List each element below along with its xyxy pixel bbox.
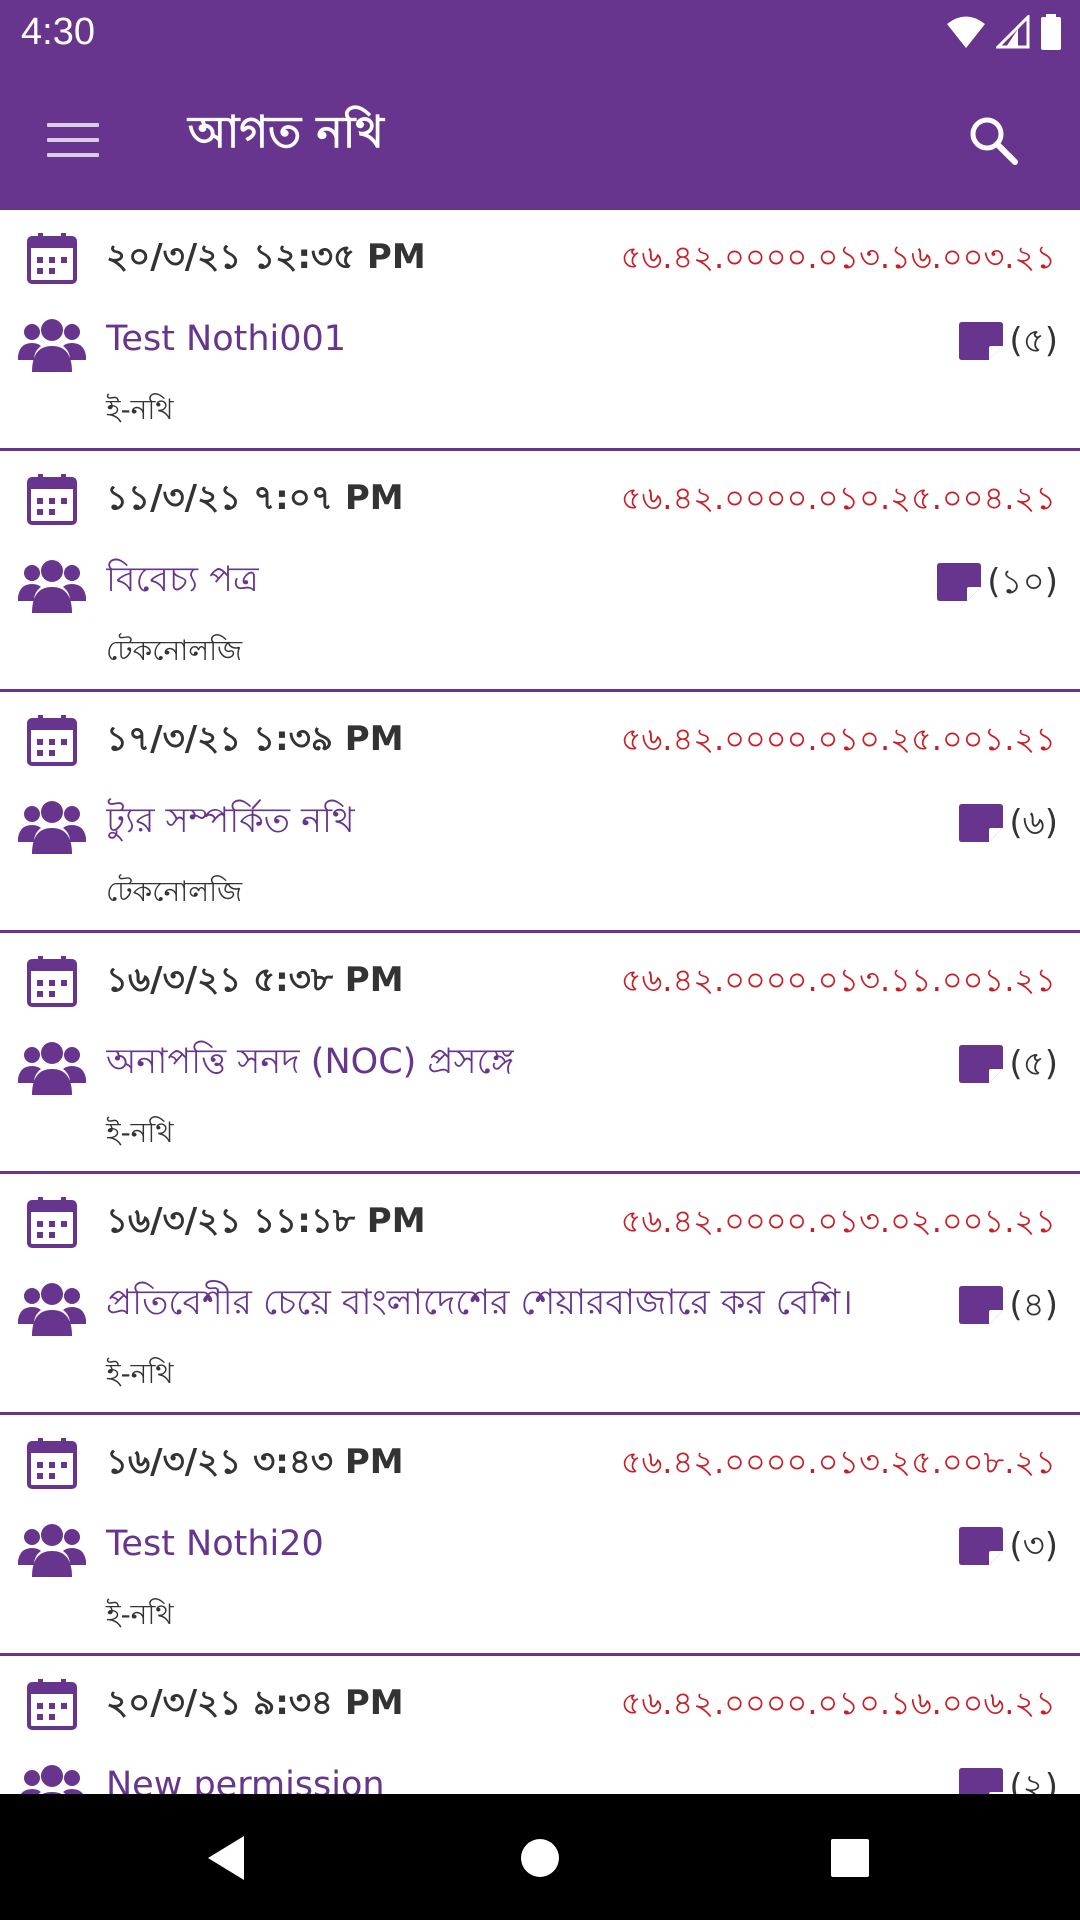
- nothi-number: ৫৬.৪২.০০০০.০১৩.১৬.০০৩.২১: [620, 238, 1056, 276]
- home-button[interactable]: [500, 1818, 580, 1898]
- nothi-category: ই-নথি: [106, 1598, 174, 1631]
- recents-button[interactable]: [810, 1818, 890, 1898]
- screen: 4:30 আগত নথি ২০/৩/২১ ১২:৩৫ PM ৫৬.৪২.০০০০…: [0, 0, 1080, 1920]
- status-icons: [946, 12, 1062, 52]
- calendar-icon: [27, 233, 77, 284]
- calendar-icon: [27, 715, 77, 766]
- note-count: (৪): [1009, 1285, 1058, 1325]
- group-icon: [18, 1283, 86, 1336]
- status-time: 4:30: [21, 11, 95, 53]
- received-date: ১৬/৩/২১ ৫:৩৮ PM: [106, 960, 404, 1000]
- received-date: ১১/৩/২১ ৭:০৭ PM: [106, 478, 404, 518]
- app-bar: আগত নথি: [0, 63, 1080, 210]
- group-icon: [18, 560, 86, 613]
- received-date: ১৬/৩/২১ ১১:১৮ PM: [106, 1201, 426, 1241]
- group-icon: [18, 319, 86, 372]
- wifi-icon: [947, 16, 985, 48]
- nothi-number: ৫৬.৪২.০০০০.০১০.১৬.০০৬.২১: [620, 1684, 1056, 1722]
- note-icon: [937, 563, 982, 601]
- note-icon: [959, 1768, 1004, 1794]
- search-button[interactable]: [950, 97, 1035, 182]
- note-count-badge: (৫): [959, 318, 1058, 364]
- note-icon: [959, 804, 1004, 842]
- nothi-subject[interactable]: Test Nothi20: [106, 1519, 324, 1569]
- nothi-number: ৫৬.৪২.০০০০.০১৩.০২.০০১.২১: [620, 1202, 1056, 1240]
- list-item[interactable]: ২০/৩/২১ ১২:৩৫ PM ৫৬.৪২.০০০০.০১৩.১৬.০০৩.২…: [0, 210, 1080, 451]
- note-count: (৫): [1009, 1044, 1058, 1084]
- nothi-list: ২০/৩/২১ ১২:৩৫ PM ৫৬.৪২.০০০০.০১৩.১৬.০০৩.২…: [0, 210, 1080, 1794]
- nothi-subject[interactable]: New permission: [106, 1760, 385, 1794]
- back-icon: [208, 1836, 244, 1880]
- calendar-icon: [27, 474, 77, 525]
- calendar-icon: [27, 1679, 77, 1730]
- note-count: (৬): [1009, 803, 1058, 843]
- calendar-icon: [27, 1197, 77, 1248]
- note-count: (২): [1009, 1767, 1058, 1794]
- note-count-badge: (১০): [937, 559, 1058, 605]
- menu-button[interactable]: [30, 97, 115, 182]
- list-item[interactable]: ১৬/৩/২১ ৫:৩৮ PM ৫৬.৪২.০০০০.০১৩.১১.০০১.২১…: [0, 933, 1080, 1174]
- note-count-badge: (২): [959, 1764, 1058, 1794]
- list-item[interactable]: ১৭/৩/২১ ১:৩৯ PM ৫৬.৪২.০০০০.০১০.২৫.০০১.২১…: [0, 692, 1080, 933]
- nothi-subject[interactable]: প্রতিবেশীর চেয়ে বাংলাদেশের শেয়ারবাজারে…: [106, 1278, 853, 1328]
- note-count: (১০): [987, 562, 1058, 602]
- received-date: ২০/৩/২১ ৯:৩৪ PM: [106, 1683, 404, 1723]
- group-icon: [18, 1042, 86, 1095]
- nothi-category: ই-নথি: [106, 1357, 174, 1390]
- hamburger-menu-icon: [46, 122, 99, 157]
- note-count-badge: (৫): [959, 1041, 1058, 1087]
- calendar-icon: [27, 956, 77, 1007]
- nothi-number: ৫৬.৪২.০০০০.০১৩.২৫.০০৮.২১: [620, 1443, 1056, 1481]
- nothi-number: ৫৬.৪২.০০০০.০১০.২৫.০০৪.২১: [620, 479, 1056, 517]
- nothi-subject[interactable]: অনাপত্তি সনদ (NOC) প্রসঙ্গে: [106, 1037, 514, 1087]
- note-count-badge: (৬): [959, 800, 1058, 846]
- note-count: (৩): [1009, 1526, 1058, 1566]
- received-date: ১৬/৩/২১ ৩:৪৩ PM: [106, 1442, 404, 1482]
- note-count-badge: (৩): [959, 1523, 1058, 1569]
- recents-icon: [831, 1839, 869, 1877]
- calendar-icon: [27, 1438, 77, 1489]
- list-item[interactable]: ১৬/৩/২১ ১১:১৮ PM ৫৬.৪২.০০০০.০১৩.০২.০০১.২…: [0, 1174, 1080, 1415]
- navigation-bar: [0, 1794, 1080, 1920]
- note-count: (৫): [1009, 321, 1058, 361]
- home-icon: [521, 1839, 559, 1877]
- nothi-subject[interactable]: বিবেচ্য পত্র: [106, 555, 259, 605]
- note-icon: [959, 1045, 1004, 1083]
- nothi-category: টেকনোলজি: [106, 875, 243, 908]
- group-icon: [18, 801, 86, 854]
- search-icon: [970, 117, 1018, 165]
- group-icon: [18, 1524, 86, 1577]
- note-icon: [959, 1286, 1004, 1324]
- group-icon: [20, 1765, 84, 1794]
- note-icon: [959, 1527, 1004, 1565]
- nothi-subject[interactable]: Test Nothi001: [106, 314, 346, 364]
- list-item[interactable]: ১৬/৩/২১ ৩:৪৩ PM ৫৬.৪২.০০০০.০১৩.২৫.০০৮.২১…: [0, 1415, 1080, 1656]
- page-title: আগত নথি: [188, 107, 384, 158]
- nothi-number: ৫৬.৪২.০০০০.০১৩.১১.০০১.২১: [620, 961, 1056, 999]
- note-icon: [959, 322, 1004, 360]
- nothi-subject[interactable]: ট্যুর সম্পর্কিত নথি: [106, 796, 355, 846]
- note-count-badge: (৪): [959, 1282, 1058, 1328]
- received-date: ২০/৩/২১ ১২:৩৫ PM: [106, 237, 426, 277]
- list-item[interactable]: ১১/৩/২১ ৭:০৭ PM ৫৬.৪২.০০০০.০১০.২৫.০০৪.২১…: [0, 451, 1080, 692]
- cell-signal-icon: [996, 15, 1030, 49]
- list-item[interactable]: ২০/৩/২১ ৯:৩৪ PM ৫৬.৪২.০০০০.০১০.১৬.০০৬.২১…: [0, 1656, 1080, 1794]
- battery-icon: [1041, 14, 1061, 50]
- status-bar: 4:30: [0, 0, 1080, 63]
- nothi-category: ই-নথি: [106, 1116, 174, 1149]
- nothi-number: ৫৬.৪২.০০০০.০১০.২৫.০০১.২১: [620, 720, 1056, 758]
- received-date: ১৭/৩/২১ ১:৩৯ PM: [106, 719, 404, 759]
- back-button[interactable]: [186, 1818, 266, 1898]
- nothi-category: ই-নথি: [106, 393, 174, 426]
- nothi-category: টেকনোলজি: [106, 634, 243, 667]
